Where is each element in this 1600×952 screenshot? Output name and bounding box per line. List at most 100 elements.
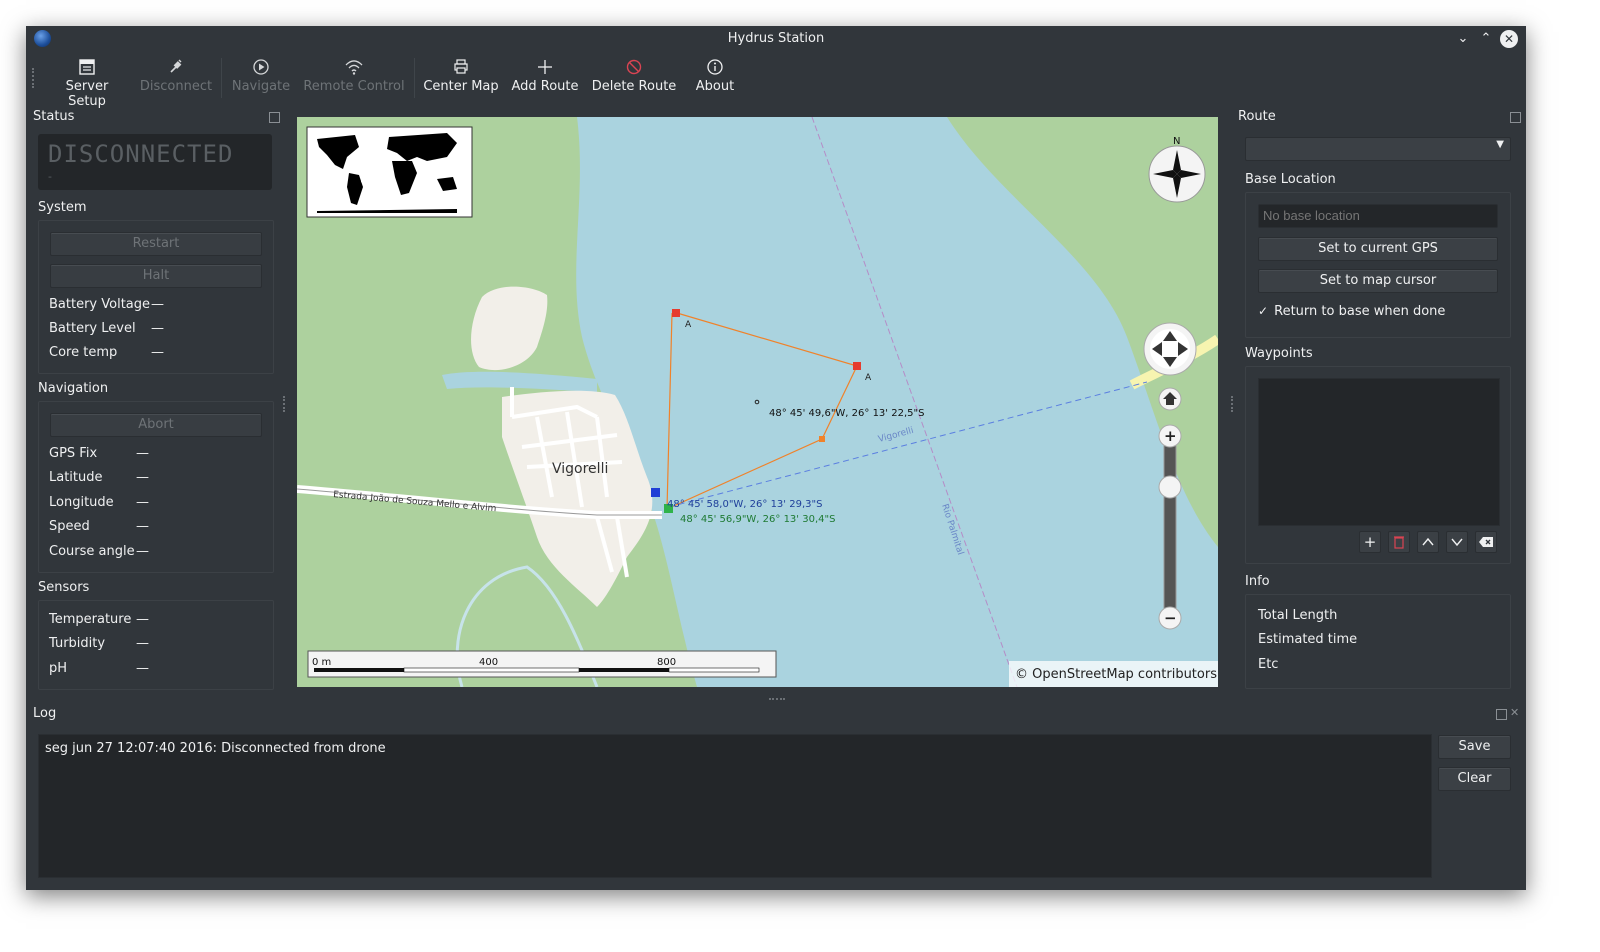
dock-float-icon[interactable] xyxy=(269,112,280,123)
save-log-button[interactable]: Save xyxy=(1438,735,1511,759)
temperature-label: Temperature xyxy=(49,612,132,627)
zoom-slider-handle[interactable] xyxy=(1158,475,1182,499)
sensors-group: Temperature — Turbidity — pH — xyxy=(38,600,274,690)
window-title: Hydrus Station xyxy=(727,31,825,46)
course-angle-label: Course angle xyxy=(49,544,135,559)
base-location-input[interactable] xyxy=(1258,204,1498,228)
minimize-chevron-icon[interactable]: ⌄ xyxy=(1454,30,1472,48)
course-line-label: Vigorelli xyxy=(877,426,915,445)
navigation-group-title: Navigation xyxy=(38,381,109,396)
core-temp-label: Core temp xyxy=(49,345,118,360)
speed-label: Speed xyxy=(49,519,90,534)
estimated-time-label: Estimated time xyxy=(1258,632,1358,647)
log-line: seg jun 27 12:07:40 2016: Disconnected f… xyxy=(45,741,386,756)
base-location-title: Base Location xyxy=(1245,172,1336,187)
route-dock-title: Route xyxy=(1238,109,1276,124)
connection-status-subtext: - xyxy=(48,170,52,183)
drone-marker[interactable] xyxy=(651,488,660,497)
total-length-label: Total Length xyxy=(1258,608,1338,623)
move-waypoint-down-button[interactable] xyxy=(1446,531,1468,553)
waypoint-label: A xyxy=(685,320,692,330)
battery-voltage-value: — xyxy=(151,297,164,312)
route-select[interactable]: ▼ xyxy=(1245,137,1511,161)
return-to-base-checkbox[interactable]: ✓ Return to base when done xyxy=(1258,304,1445,319)
connection-status-text: DISCONNECTED xyxy=(48,140,234,168)
delete-route-label: Delete Route xyxy=(591,79,677,94)
toolbar-separator xyxy=(221,58,222,98)
chevron-up-icon xyxy=(1422,537,1434,546)
system-group: Restart Halt Battery Voltage — Battery L… xyxy=(38,220,274,374)
navigate-button[interactable]: Navigate xyxy=(231,56,291,94)
maximize-chevron-icon[interactable]: ⌃ xyxy=(1477,30,1495,48)
abort-button[interactable]: Abort xyxy=(50,413,262,437)
info-group: Total Length Estimated time Etc xyxy=(1245,594,1511,689)
latitude-value: — xyxy=(136,470,149,485)
add-waypoint-button[interactable]: + xyxy=(1359,531,1381,553)
map-canvas[interactable]: Estrada João de Souza Mello e Alvim Rio … xyxy=(297,117,1218,687)
route-midpoint-marker[interactable] xyxy=(819,436,825,442)
remote-control-label: Remote Control xyxy=(303,79,405,94)
scale-label-0: 0 m xyxy=(312,657,331,668)
base-location-group: Set to current GPS Set to map cursor ✓ R… xyxy=(1245,192,1511,338)
remote-control-button[interactable]: Remote Control xyxy=(302,56,406,94)
restart-button[interactable]: Restart xyxy=(50,232,262,256)
close-icon[interactable]: ✕ xyxy=(1500,30,1518,48)
right-dock-splitter[interactable] xyxy=(1231,396,1236,412)
toolbar-grip[interactable] xyxy=(32,68,37,88)
left-dock-splitter[interactable] xyxy=(283,396,288,412)
gps-fix-value: — xyxy=(136,446,149,461)
about-button[interactable]: About xyxy=(690,56,740,94)
waypoint-label: A xyxy=(865,373,872,383)
navigate-label: Navigate xyxy=(231,79,291,94)
map-view[interactable]: Estrada João de Souza Mello e Alvim Rio … xyxy=(297,117,1218,687)
add-route-label: Add Route xyxy=(511,79,579,94)
info-title: Info xyxy=(1245,574,1270,589)
compass-north-label: N xyxy=(1173,136,1180,147)
speed-value: — xyxy=(136,519,149,534)
chevron-down-icon: ▼ xyxy=(1496,139,1504,150)
map-home-button[interactable] xyxy=(1158,387,1182,411)
log-dock-title: Log xyxy=(33,706,57,721)
ph-label: pH xyxy=(49,661,68,676)
delete-waypoint-button[interactable] xyxy=(1388,531,1410,553)
center-map-button[interactable]: Center Map xyxy=(422,56,500,94)
waypoint-marker[interactable] xyxy=(672,309,680,317)
disconnect-button[interactable]: Disconnect xyxy=(138,56,214,94)
base-coordinates: 48° 45' 56,9"W, 26° 13' 30,4"S xyxy=(680,514,835,525)
connection-status-display: DISCONNECTED - xyxy=(38,134,272,190)
dock-close-icon[interactable]: ✕ xyxy=(1510,706,1519,719)
navigation-group: Abort GPS Fix — Latitude — Longitude — S… xyxy=(38,401,274,573)
battery-level-label: Battery Level xyxy=(49,321,136,336)
dock-float-icon[interactable] xyxy=(1510,112,1521,123)
server-setup-button[interactable]: Server Setup xyxy=(46,56,128,109)
dock-float-icon[interactable] xyxy=(1496,709,1507,720)
log-output[interactable]: seg jun 27 12:07:40 2016: Disconnected f… xyxy=(38,734,1432,878)
temperature-value: — xyxy=(136,612,149,627)
play-circle-icon xyxy=(253,59,269,75)
gps-fix-label: GPS Fix xyxy=(49,446,98,461)
pan-control[interactable] xyxy=(1143,322,1197,376)
longitude-value: — xyxy=(136,495,149,510)
longitude-label: Longitude xyxy=(49,495,114,510)
add-route-button[interactable]: Add Route xyxy=(510,56,580,94)
waypoint-marker[interactable] xyxy=(853,362,861,370)
chevron-down-icon xyxy=(1451,538,1463,547)
halt-button[interactable]: Halt xyxy=(50,264,262,288)
set-current-gps-button[interactable]: Set to current GPS xyxy=(1258,237,1498,261)
delete-route-button[interactable]: Delete Route xyxy=(590,56,678,94)
about-label: About xyxy=(695,79,735,94)
overview-minimap[interactable] xyxy=(306,126,473,218)
waypoints-list[interactable] xyxy=(1258,378,1500,526)
clear-waypoints-button[interactable] xyxy=(1475,531,1497,553)
log-splitter[interactable] xyxy=(769,698,785,702)
drone-coordinates: 48° 45' 58,0"W, 26° 13' 29,3"S xyxy=(667,499,822,510)
clear-log-button[interactable]: Clear xyxy=(1438,767,1511,791)
set-map-cursor-button[interactable]: Set to map cursor xyxy=(1258,269,1498,293)
zoom-out-icon: − xyxy=(1164,609,1177,627)
title-bar[interactable]: Hydrus Station ⌄ ⌃ ✕ xyxy=(26,26,1526,52)
minimap-viewport-marker xyxy=(361,179,365,183)
sensors-group-title: Sensors xyxy=(38,580,90,595)
move-waypoint-up-button[interactable] xyxy=(1417,531,1439,553)
waypoints-group: + xyxy=(1245,366,1511,564)
town-label: Vigorelli xyxy=(552,461,608,477)
